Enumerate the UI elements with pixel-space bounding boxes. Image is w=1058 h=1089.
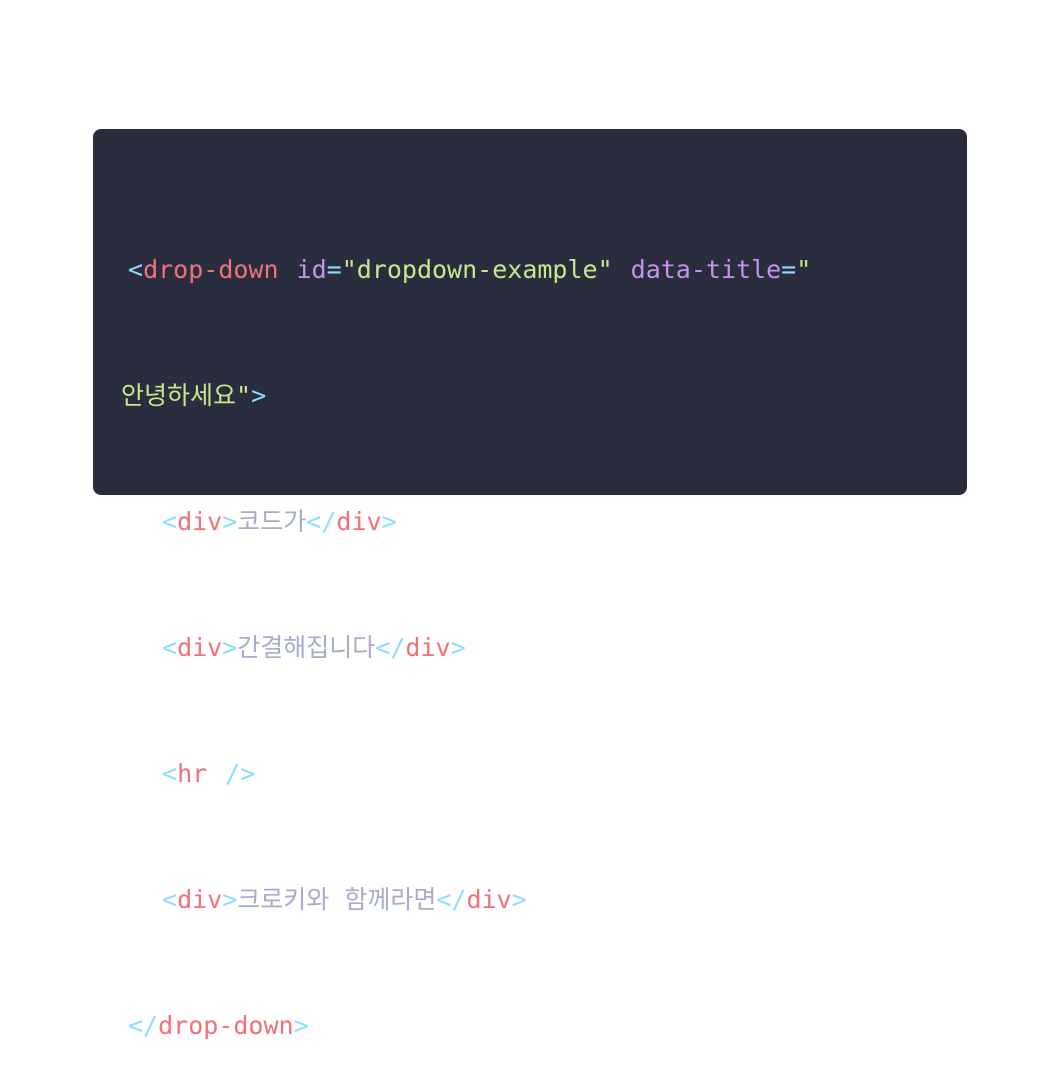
end-tag-open-bracket: </	[375, 633, 406, 662]
code-line-2: 안녕하세요">	[121, 375, 967, 417]
attr-value-quote-close: "	[236, 381, 252, 410]
tag-name-hr: hr	[177, 759, 208, 788]
tag-close-bracket: >	[222, 885, 238, 914]
code-line-3: <div>코드가</div>	[128, 501, 967, 543]
tag-close-bracket: >	[222, 633, 238, 662]
tag-open-bracket: <	[162, 507, 178, 536]
code-line-4: <div>간결해집니다</div>	[128, 627, 967, 669]
attr-value-quote-open: "	[796, 255, 812, 284]
code-line-1: <drop-down id="dropdown-example" data-titl…	[128, 249, 967, 291]
end-tag-open-bracket: </	[128, 1011, 159, 1040]
code-line-7: </drop-down>	[128, 1005, 967, 1047]
tag-open-bracket: <	[162, 885, 178, 914]
element-text: 코드가	[237, 507, 307, 536]
attr-value-id: "dropdown-example"	[341, 255, 613, 284]
tag-name-div: div	[177, 885, 223, 914]
tag-open-bracket: <	[162, 633, 178, 662]
end-tag-close-bracket: >	[511, 885, 527, 914]
end-tag-close-bracket: >	[293, 1011, 309, 1040]
code-block: <drop-down id="dropdown-example" data-titl…	[93, 129, 967, 1040]
end-tag-open-bracket: </	[436, 885, 467, 914]
attr-equals: =	[326, 255, 342, 284]
tag-close-bracket: >	[251, 381, 267, 410]
end-tag-close-bracket: >	[450, 633, 466, 662]
end-tag-name-div: div	[466, 885, 512, 914]
element-text: 간결해집니다	[237, 633, 376, 662]
element-text: 크로키와 함께라면	[237, 885, 437, 914]
end-tag-name-div: div	[405, 633, 451, 662]
code-line-5: <hr />	[128, 753, 967, 795]
tag-close-bracket: >	[222, 507, 238, 536]
end-tag-name-drop-down: drop-down	[158, 1011, 294, 1040]
tag-name-div: div	[177, 507, 223, 536]
end-tag-close-bracket: >	[381, 507, 397, 536]
attr-equals: =	[781, 255, 797, 284]
code-line-6: <div>크로키와 함께라면</div>	[128, 879, 967, 921]
attr-value-data-title: 안녕하세요	[121, 381, 237, 410]
tag-name-div: div	[177, 633, 223, 662]
tag-name-drop-down: drop-down	[143, 255, 279, 284]
attr-name-data-title: data-title	[630, 255, 782, 284]
end-tag-name-div: div	[336, 507, 382, 536]
tag-open-bracket: <	[128, 255, 144, 284]
self-close-bracket: />	[225, 759, 256, 788]
tag-open-bracket: <	[162, 759, 178, 788]
end-tag-open-bracket: </	[306, 507, 337, 536]
attr-name-id: id	[296, 255, 327, 284]
